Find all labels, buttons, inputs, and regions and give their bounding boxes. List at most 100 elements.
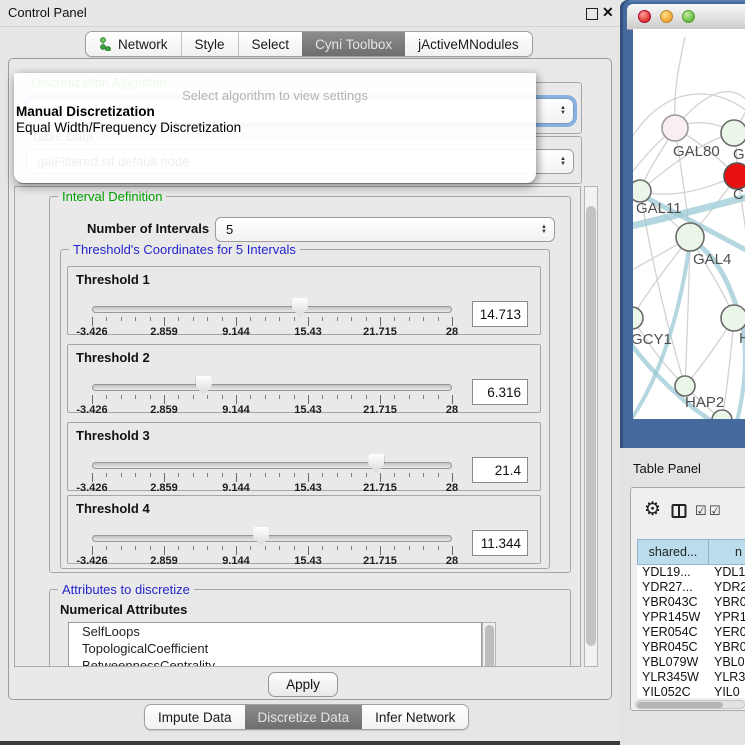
float-window-icon[interactable]: [586, 8, 598, 20]
minimize-traffic-light-icon[interactable]: [660, 10, 673, 23]
slider-tick: [92, 473, 93, 482]
threshold-value-field[interactable]: 21.4: [472, 457, 528, 483]
slider-tick: [236, 395, 237, 404]
apply-button[interactable]: Apply: [268, 672, 338, 697]
network-window-titlebar[interactable]: [627, 4, 745, 30]
scrollbar-thumb[interactable]: [586, 206, 596, 646]
tab-impute-data[interactable]: Impute Data: [145, 705, 245, 729]
scrollbar-thumb[interactable]: [637, 702, 723, 708]
number-of-intervals-select[interactable]: 5 ▲▼: [215, 217, 555, 242]
tab-select[interactable]: Select: [238, 32, 303, 56]
dropdown-placeholder: Select algorithm to view settings: [14, 88, 536, 103]
tab-network[interactable]: Network: [86, 32, 181, 56]
slider-tick: [452, 395, 453, 404]
tab-jactivemnodules[interactable]: jActiveMNodules: [405, 32, 532, 56]
slider-handle[interactable]: [368, 454, 384, 473]
slider-tick: [351, 546, 352, 550]
node-label: GAL11: [636, 200, 682, 217]
table-row[interactable]: YER054CYER0: [637, 625, 745, 640]
slider-tick: [150, 395, 151, 399]
table-row[interactable]: YIL052CYIL0: [637, 685, 745, 698]
slider-track[interactable]: [92, 306, 452, 313]
panel-scrollbar[interactable]: [584, 186, 598, 667]
slider-tick: [294, 395, 295, 399]
tab-discretize-data[interactable]: Discretize Data: [245, 705, 363, 729]
slider-track[interactable]: [92, 462, 452, 469]
slider-tick: [178, 317, 179, 321]
column-header[interactable]: shared...: [637, 539, 709, 565]
checkbox-icon[interactable]: ☑: [709, 504, 721, 517]
network-node[interactable]: [675, 376, 695, 396]
slider-tick: [308, 473, 309, 482]
attribute-list-item[interactable]: BetweennessCentrality: [69, 657, 481, 667]
tick-label: 21.715: [363, 404, 397, 416]
column-header[interactable]: n: [709, 539, 745, 565]
algorithm-option-manual[interactable]: Manual Discretization: [16, 104, 155, 119]
slider-tick: [380, 317, 381, 326]
table-row[interactable]: YPR145WYPR1: [637, 610, 745, 625]
table-hscrollbar[interactable]: [635, 700, 745, 709]
attribute-list-item[interactable]: SelfLoops: [69, 623, 481, 640]
slider-handle[interactable]: [253, 527, 269, 546]
slider-tick: [164, 473, 165, 482]
slider-tick: [409, 317, 410, 321]
slider-tick: [121, 395, 122, 399]
algorithm-option-equal-width[interactable]: Equal Width/Frequency Discretization: [16, 120, 241, 135]
table-row[interactable]: YBL079WYBL0: [637, 655, 745, 670]
table-panel-card: ⚙ ☑ ☑ shared...n YDL19...YDL1YDR27...YDR…: [630, 487, 745, 711]
network-node[interactable]: [662, 115, 688, 141]
slider-tick: [250, 546, 251, 550]
slider-tick: [423, 317, 424, 321]
zoom-traffic-light-icon[interactable]: [682, 10, 695, 23]
close-icon[interactable]: ✕: [602, 4, 614, 21]
slider-track[interactable]: [92, 535, 452, 542]
slider-tick: [164, 395, 165, 404]
numerical-attributes-label: Numerical Attributes: [60, 602, 187, 617]
table-cell: YLR3: [709, 670, 745, 685]
tick-label: 15.43: [294, 404, 322, 416]
tab-cyni-toolbox[interactable]: Cyni Toolbox: [302, 32, 405, 56]
network-icon: [99, 37, 112, 51]
slider-handle[interactable]: [292, 298, 308, 317]
network-node[interactable]: [721, 120, 745, 146]
gear-icon[interactable]: ⚙: [644, 500, 661, 519]
slider-tick: [438, 317, 439, 321]
threshold-value-field[interactable]: 11.344: [472, 530, 528, 556]
numerical-attributes-list[interactable]: SelfLoopsTopologicalCoefficientBetweenne…: [68, 622, 482, 667]
slider-tick: [236, 473, 237, 482]
tab-infer-network[interactable]: Infer Network: [362, 705, 468, 729]
network-canvas[interactable]: GAL80GACGAL11GAL4GCY1HHAP2: [633, 29, 745, 419]
network-node[interactable]: [721, 305, 745, 331]
table-row[interactable]: YBR045CYBR0: [637, 640, 745, 655]
table-row[interactable]: YBR043CYBR0: [637, 595, 745, 610]
slider-handle[interactable]: [196, 376, 212, 395]
checkbox-icon[interactable]: ☑: [695, 504, 707, 517]
scrollbar-thumb[interactable]: [485, 625, 494, 667]
network-node[interactable]: [676, 223, 704, 251]
slider-tick: [92, 317, 93, 326]
network-node[interactable]: [633, 180, 651, 202]
tick-label: 21.715: [363, 555, 397, 567]
slider-tick: [121, 473, 122, 477]
table-row[interactable]: YDL19...YDL1: [637, 565, 745, 580]
threshold-value-field[interactable]: 6.316: [472, 379, 528, 405]
attribute-list-item[interactable]: TopologicalCoefficient: [69, 640, 481, 657]
list-scrollbar[interactable]: [482, 622, 496, 667]
threshold-value-field[interactable]: 14.713: [472, 301, 528, 327]
slider-tick: [178, 473, 179, 477]
slider-tick: [409, 546, 410, 550]
table-cell: YBL079W: [637, 655, 709, 670]
table-row[interactable]: YDR27...YDR2: [637, 580, 745, 595]
slider-track[interactable]: [92, 384, 452, 391]
slider-tick: [366, 473, 367, 477]
table-row[interactable]: YLR345WYLR3: [637, 670, 745, 685]
network-node[interactable]: [633, 307, 643, 329]
close-traffic-light-icon[interactable]: [638, 10, 651, 23]
split-columns-icon[interactable]: [671, 503, 687, 524]
tab-style[interactable]: Style: [181, 32, 238, 56]
slider-tick: [193, 546, 194, 550]
slider-tick: [380, 546, 381, 555]
network-node[interactable]: [712, 410, 732, 419]
tab-label: Impute Data: [158, 710, 232, 725]
slider-tick: [150, 546, 151, 550]
